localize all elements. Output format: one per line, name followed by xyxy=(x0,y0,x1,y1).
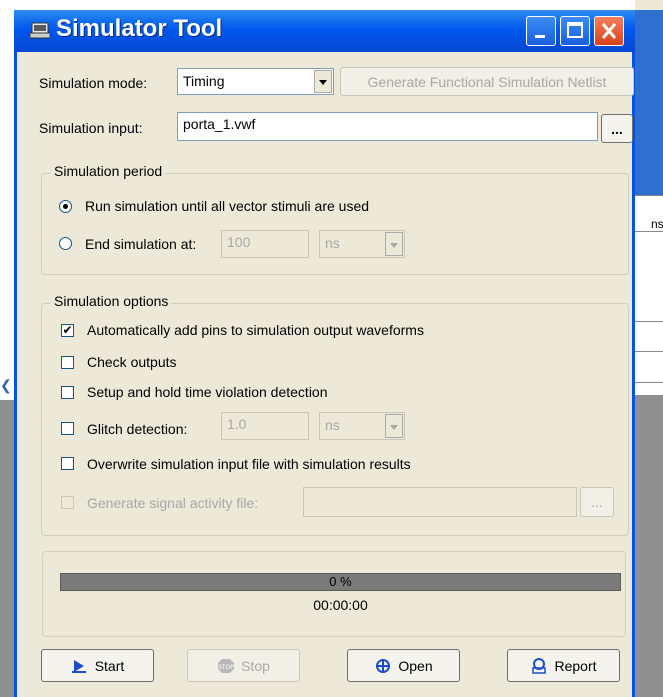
signal-activity-checkbox[interactable] xyxy=(61,496,74,509)
generate-netlist-button[interactable]: Generate Functional Simulation Netlist xyxy=(340,67,634,96)
dropdown-arrow xyxy=(385,414,403,438)
divider xyxy=(635,351,663,352)
start-icon xyxy=(71,659,86,673)
end-time-unit-select[interactable]: ns xyxy=(319,230,405,258)
end-at-label: End simulation at: xyxy=(85,236,197,252)
glitch-detection-label: Glitch detection: xyxy=(87,421,188,437)
elapsed-time: 00:00:00 xyxy=(313,597,368,613)
divider xyxy=(635,382,663,383)
glitch-value-input[interactable]: 1.0 xyxy=(221,412,309,440)
report-button[interactable]: Report xyxy=(507,649,620,682)
check-outputs-checkbox[interactable] xyxy=(61,356,74,369)
minimize-button[interactable] xyxy=(526,16,556,46)
auto-pins-label: Automatically add pins to simulation out… xyxy=(87,322,424,338)
end-time-unit-value: ns xyxy=(325,235,340,251)
simulation-options-title: Simulation options xyxy=(51,293,172,309)
stop-button[interactable]: STOP Stop xyxy=(187,649,300,682)
simulation-input-label: Simulation input: xyxy=(39,120,143,136)
glitch-unit-value: ns xyxy=(325,417,340,433)
open-icon xyxy=(376,658,391,673)
glitch-unit-select[interactable]: ns xyxy=(319,412,405,440)
simulation-mode-label: Simulation mode: xyxy=(39,75,148,91)
run-all-radio[interactable] xyxy=(59,200,72,213)
app-icon xyxy=(30,22,50,39)
background-area-left xyxy=(0,400,14,697)
overwrite-input-checkbox[interactable] xyxy=(61,457,74,470)
signal-activity-label: Generate signal activity file: xyxy=(87,495,259,511)
report-icon xyxy=(532,657,547,674)
background-header xyxy=(635,10,663,205)
chevron-down-icon xyxy=(390,243,398,248)
stop-label: Stop xyxy=(241,657,270,674)
end-at-radio[interactable] xyxy=(59,237,72,250)
auto-pins-checkbox[interactable]: ✔ xyxy=(61,324,74,337)
close-button[interactable] xyxy=(594,16,624,46)
maximize-button[interactable] xyxy=(560,16,590,46)
chevron-down-icon xyxy=(319,80,327,85)
window-title: Simulator Tool xyxy=(56,15,223,42)
signal-activity-browse-button[interactable]: ... xyxy=(580,487,614,517)
overwrite-input-label: Overwrite simulation input file with sim… xyxy=(87,456,411,472)
start-label: Start xyxy=(94,657,125,674)
chevron-down-icon xyxy=(390,425,398,430)
setup-hold-checkbox[interactable] xyxy=(61,386,74,399)
glitch-detection-checkbox[interactable] xyxy=(61,422,74,435)
setup-hold-label: Setup and hold time violation detection xyxy=(87,384,328,400)
simulation-mode-value: Timing xyxy=(183,73,225,89)
start-button[interactable]: Start xyxy=(41,649,154,682)
background-area xyxy=(635,395,663,697)
simulation-mode-select[interactable]: Timing xyxy=(177,68,334,95)
open-button[interactable]: Open xyxy=(347,649,460,682)
signal-activity-file-input[interactable] xyxy=(303,487,577,517)
simulation-input-field[interactable]: porta_1.vwf xyxy=(177,112,598,141)
minimize-icon xyxy=(535,35,545,38)
progress-percent: 0 % xyxy=(329,574,352,589)
browse-input-button[interactable]: ... xyxy=(601,114,633,143)
titlebar[interactable]: Simulator Tool xyxy=(14,10,635,52)
open-label: Open xyxy=(398,657,433,674)
end-time-input[interactable]: 100 xyxy=(221,230,309,258)
divider xyxy=(635,231,663,232)
svg-text:STOP: STOP xyxy=(218,664,234,671)
dropdown-arrow xyxy=(314,70,332,93)
check-outputs-label: Check outputs xyxy=(87,354,177,370)
stop-icon: STOP xyxy=(218,658,234,673)
maximize-icon xyxy=(567,22,583,38)
report-label: Report xyxy=(554,657,597,674)
background-partial-text: ns xyxy=(651,217,663,231)
simulation-period-title: Simulation period xyxy=(51,163,166,179)
run-all-label: Run simulation until all vector stimuli … xyxy=(85,198,370,214)
simulator-tool-window: Simulator Tool Simulation mode: Timing G… xyxy=(14,10,635,697)
progress-group xyxy=(42,551,626,637)
background-window xyxy=(635,0,663,697)
divider xyxy=(635,321,663,322)
dropdown-arrow xyxy=(385,232,403,256)
scroll-left-icon[interactable]: ❮ xyxy=(0,370,14,400)
close-icon xyxy=(601,23,617,39)
simulation-period-group xyxy=(41,173,629,275)
